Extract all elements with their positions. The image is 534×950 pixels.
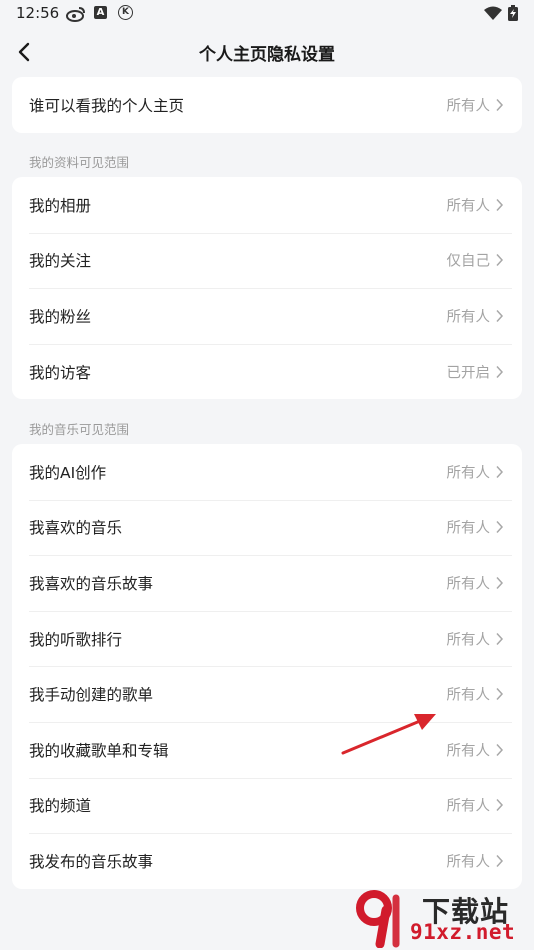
- list-item-value: 所有人: [446, 198, 491, 215]
- list-item-value: 所有人: [446, 798, 491, 815]
- list-item-liked-music[interactable]: 我喜欢的音乐 所有人: [12, 499, 522, 556]
- list-item-collected-playlists-albums[interactable]: 我的收藏歌单和专辑 所有人: [12, 721, 522, 778]
- chevron-right-icon: [496, 743, 504, 756]
- watermark-91-logo-icon: [356, 890, 400, 948]
- chevron-right-icon: [496, 465, 504, 478]
- chevron-right-icon: [496, 309, 504, 322]
- list-item-fans[interactable]: 我的粉丝 所有人: [12, 288, 522, 344]
- weibo-icon: [66, 7, 85, 22]
- list-item-value: 所有人: [446, 854, 491, 871]
- section-title-music: 我的音乐可见范围: [29, 422, 130, 437]
- section-title-profile: 我的资料可见范围: [29, 155, 130, 170]
- status-bar: 12:56 A K: [0, 0, 534, 28]
- list-item-created-playlists[interactable]: 我手动创建的歌单 所有人: [12, 666, 522, 722]
- list-item-value: 所有人: [446, 520, 491, 537]
- list-item-visitors[interactable]: 我的访客 已开启: [12, 343, 522, 400]
- list-item-channels[interactable]: 我的频道 所有人: [12, 777, 522, 834]
- list-item-value: 所有人: [446, 309, 491, 326]
- watermark-text-url: 91xz.net: [410, 920, 516, 944]
- list-item-album[interactable]: 我的相册 所有人: [12, 177, 522, 233]
- list-item-value: 所有人: [446, 743, 491, 760]
- k-app-icon: K: [118, 5, 133, 20]
- list-item-label: 我喜欢的音乐故事: [29, 574, 154, 593]
- list-item-label: 我喜欢的音乐: [29, 519, 123, 538]
- a-app-icon: A: [94, 6, 107, 19]
- list-item-value: 所有人: [446, 465, 491, 482]
- battery-charging-icon: [508, 5, 518, 21]
- list-item-label: 我的听歌排行: [29, 630, 123, 649]
- list-item-following[interactable]: 我的关注 仅自己: [12, 232, 522, 289]
- list-item-label: 我的关注: [29, 252, 92, 271]
- list-item-listening-ranking[interactable]: 我的听歌排行 所有人: [12, 610, 522, 667]
- list-item-label: 我的访客: [29, 363, 92, 382]
- wifi-icon: [484, 6, 502, 20]
- list-item-label: 我发布的音乐故事: [29, 852, 154, 871]
- music-visibility-card: 我的AI创作 所有人 我喜欢的音乐 所有人 我喜欢的音乐故事 所有人 我的听歌排…: [12, 444, 522, 889]
- chevron-right-icon: [496, 254, 504, 267]
- list-item-label: 我手动创建的歌单: [29, 686, 154, 705]
- nav-bar: 个人主页隐私设置: [0, 30, 534, 74]
- list-item-value: 所有人: [446, 687, 491, 704]
- list-item-label: 我的相册: [29, 196, 92, 215]
- chevron-right-icon: [496, 576, 504, 589]
- status-right-icons: [484, 5, 518, 21]
- chevron-right-icon: [496, 98, 504, 111]
- list-item-label: 我的AI创作: [29, 463, 107, 482]
- list-item-value: 所有人: [446, 632, 491, 649]
- chevron-right-icon: [496, 799, 504, 812]
- page-title: 个人主页隐私设置: [199, 45, 335, 65]
- list-item-ai-creation[interactable]: 我的AI创作 所有人: [12, 444, 522, 500]
- list-item-label: 我的收藏歌单和专辑: [29, 741, 169, 760]
- chevron-right-icon: [496, 688, 504, 701]
- chevron-right-icon: [496, 854, 504, 867]
- chevron-right-icon: [496, 632, 504, 645]
- list-item-value: 所有人: [446, 576, 491, 593]
- list-item-published-music-stories[interactable]: 我发布的音乐故事 所有人: [12, 833, 522, 889]
- watermark-logo: 下载站 91xz.net: [352, 888, 532, 948]
- profile-visibility-card: 我的相册 所有人 我的关注 仅自己 我的粉丝 所有人 我的访客 已开启: [12, 177, 522, 400]
- status-time: 12:56: [16, 4, 60, 22]
- list-item-liked-music-stories[interactable]: 我喜欢的音乐故事 所有人: [12, 555, 522, 611]
- list-item-label: 我的粉丝: [29, 307, 92, 326]
- list-item-value: 所有人: [446, 98, 491, 115]
- chevron-right-icon: [496, 198, 504, 211]
- list-item-homepage-visibility[interactable]: 谁可以看我的个人主页 所有人: [12, 77, 522, 133]
- list-item-label: 谁可以看我的个人主页: [29, 96, 185, 115]
- list-item-value: 已开启: [446, 365, 491, 382]
- list-item-value: 仅自己: [446, 253, 491, 270]
- homepage-visibility-card: 谁可以看我的个人主页 所有人: [12, 77, 522, 133]
- list-item-label: 我的频道: [29, 797, 92, 816]
- chevron-right-icon: [496, 365, 504, 378]
- chevron-right-icon: [496, 521, 504, 534]
